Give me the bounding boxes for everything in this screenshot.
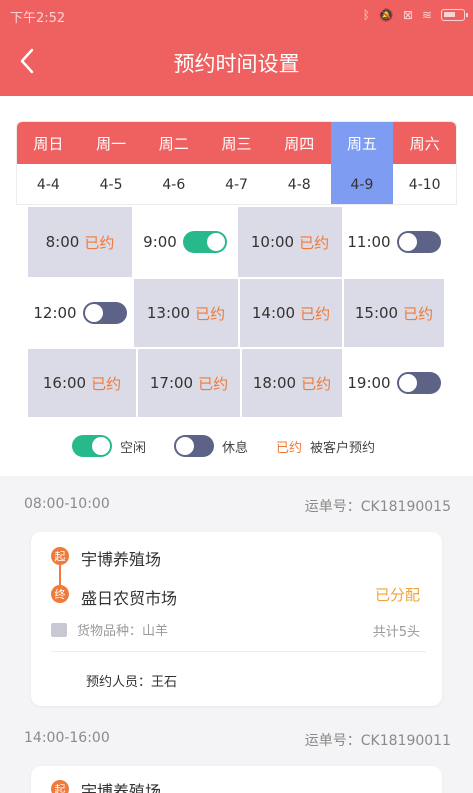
slot-time: 9:00 <box>143 233 177 251</box>
date-tab-selected[interactable]: 4-9 <box>330 164 394 204</box>
slot-time: 18:00 <box>252 374 297 392</box>
date-row: 4-4 4-5 4-6 4-7 4-8 4-9 4-10 <box>17 164 456 204</box>
booked-label: 已约 <box>403 304 434 323</box>
slot-toggle-on[interactable] <box>182 231 227 253</box>
card-divider <box>51 651 426 652</box>
slot-time: 10:00 <box>250 233 295 251</box>
toggle-knob <box>206 233 225 251</box>
booked-label: 已约 <box>300 304 331 323</box>
bluetooth-icon: ᛒ <box>362 8 370 22</box>
weekday-tab[interactable]: 周二 <box>142 122 206 164</box>
goods-info: 货物品种：山羊 <box>51 620 168 639</box>
status-icons: ᛒ 🔕 ⊠ ≋ <box>362 8 468 22</box>
week-selector: 周日 周一 周二 周三 周四 周五 周六 4-4 4-5 4-6 4-7 4-8… <box>16 121 457 205</box>
time-slot[interactable]: 16:00 已约 <box>28 349 136 417</box>
time-slot[interactable]: 15:00 已约 <box>344 279 444 347</box>
slot-time: 14:00 <box>251 304 296 322</box>
slot-time: 19:00 <box>347 374 391 392</box>
date-tab[interactable]: 4-6 <box>142 164 205 204</box>
time-slot[interactable]: 8:00 已约 <box>28 207 132 277</box>
start-marker-icon: 起 <box>51 780 69 793</box>
date-tab[interactable]: 4-10 <box>393 164 456 204</box>
order-card[interactable]: 起 终 宇博养殖场 盛日农贸市场 已分配 货物品种：山羊 共计5头 预约人员：王… <box>31 532 442 706</box>
booked-label: 已约 <box>84 233 115 252</box>
booked-label: 已约 <box>198 374 229 393</box>
time-slot[interactable]: 13:00 已约 <box>134 279 238 347</box>
route-line <box>59 565 61 585</box>
date-tab[interactable]: 4-8 <box>268 164 331 204</box>
weekday-tab[interactable]: 周一 <box>79 122 143 164</box>
slot-time: 15:00 <box>354 304 399 322</box>
date-tab[interactable]: 4-4 <box>17 164 80 204</box>
origin-name: 宇博养殖场 <box>81 782 162 793</box>
time-slot[interactable]: 17:00 已约 <box>138 349 240 417</box>
weekday-tab-selected[interactable]: 周五 <box>330 122 394 164</box>
weekday-tab[interactable]: 周三 <box>205 122 268 164</box>
page-title: 预约时间设置 <box>173 52 300 76</box>
weekday-row: 周日 周一 周二 周三 周四 周五 周六 <box>17 122 456 164</box>
end-marker-icon: 终 <box>51 585 69 603</box>
booked-label: 已约 <box>91 374 122 393</box>
legend-rest-label: 休息 <box>222 440 249 456</box>
order-number: 运单号：CK18190011 <box>304 733 451 749</box>
slot-time: 12:00 <box>33 304 77 322</box>
goods-total: 共计5头 <box>372 625 420 640</box>
toggle-knob <box>84 304 103 322</box>
origin-name: 宇博养殖场 <box>81 550 162 569</box>
legend-free-label: 空闲 <box>120 440 147 456</box>
order-number: 运单号：CK18190015 <box>304 499 451 515</box>
weekday-tab[interactable]: 周四 <box>267 122 331 164</box>
toggle-knob <box>176 437 195 455</box>
legend-toggle-on-icon <box>72 435 112 457</box>
battery-charging-icon <box>441 9 468 21</box>
time-slot[interactable]: 10:00 已约 <box>238 207 342 277</box>
legend-booked-label: 已约 <box>276 440 303 456</box>
toggle-knob <box>398 233 417 251</box>
booked-label: 已约 <box>195 304 226 323</box>
slot-toggle-off[interactable] <box>82 302 127 324</box>
date-tab[interactable]: 4-5 <box>80 164 143 204</box>
booking-person: 预约人员：王石 <box>86 675 178 690</box>
time-slot: 9:00 <box>134 207 236 277</box>
toggle-knob <box>92 437 110 455</box>
sim-off-icon: ⊠ <box>402 8 413 22</box>
slot-time: 17:00 <box>149 374 194 392</box>
mute-icon: 🔕 <box>378 8 394 22</box>
booked-label: 已约 <box>301 374 332 393</box>
weekday-tab[interactable]: 周六 <box>393 122 456 164</box>
time-slot: 19:00 <box>344 349 444 417</box>
goods-type: 货物品种：山羊 <box>77 624 169 639</box>
legend-booked-desc: 被客户预约 <box>310 440 376 456</box>
time-slot[interactable]: 14:00 已约 <box>240 279 342 347</box>
status-bar: 下午2:52 ᛒ 🔕 ⊠ ≋ <box>0 0 473 32</box>
toggle-knob <box>398 374 417 392</box>
slot-toggle-off[interactable] <box>396 372 441 394</box>
start-marker-icon: 起 <box>51 547 69 565</box>
order-status-badge: 已分配 <box>374 586 420 604</box>
app-header: 下午2:52 ᛒ 🔕 ⊠ ≋ 预约时间设置 <box>0 0 473 96</box>
destination-name: 盛日农贸市场 <box>81 589 178 608</box>
legend: 空闲 休息 已约 被客户预约 <box>72 435 375 457</box>
time-slot: 11:00 <box>344 207 444 277</box>
slot-time: 11:00 <box>347 233 391 251</box>
status-time: 下午2:52 <box>10 11 66 26</box>
date-tab[interactable]: 4-7 <box>205 164 268 204</box>
booked-label: 已约 <box>299 233 330 252</box>
slot-time: 13:00 <box>146 304 191 322</box>
order-card[interactable]: 起 宇博养殖场 <box>31 766 442 793</box>
package-icon <box>51 622 67 637</box>
order-time-range: 14:00-16:00 <box>24 730 110 746</box>
slot-time: 8:00 <box>45 233 80 251</box>
slot-toggle-off[interactable] <box>396 231 441 253</box>
time-slot: 12:00 <box>28 279 132 347</box>
legend-toggle-off-icon <box>174 435 215 457</box>
slot-time: 16:00 <box>42 374 87 392</box>
weekday-tab[interactable]: 周日 <box>17 122 80 164</box>
time-slot[interactable]: 18:00 已约 <box>242 349 342 417</box>
wifi-icon: ≋ <box>421 8 432 22</box>
order-time-range: 08:00-10:00 <box>24 496 110 512</box>
